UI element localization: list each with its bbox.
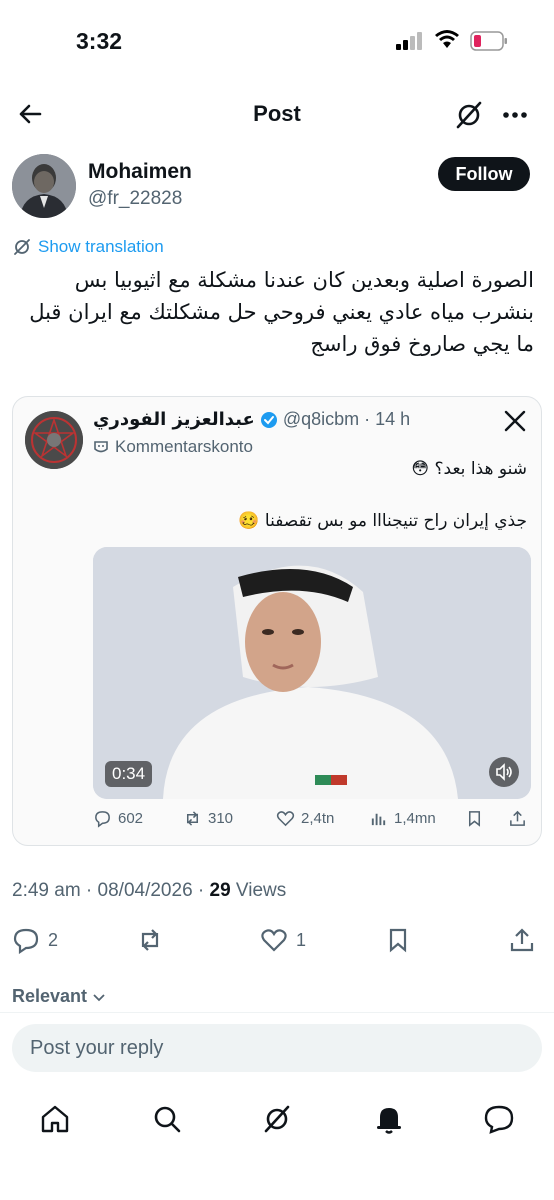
- battery-icon: [470, 31, 507, 51]
- sort-label: Relevant: [12, 986, 88, 1006]
- repost-icon: [141, 929, 159, 951]
- repost-action[interactable]: [136, 926, 164, 954]
- reply-count: 2: [48, 929, 59, 950]
- quoted-share-action[interactable]: [508, 809, 527, 828]
- x-logo-icon: [504, 410, 526, 432]
- author-avatar[interactable]: [12, 154, 76, 218]
- share-icon: [510, 928, 534, 952]
- follow-button[interactable]: Follow: [438, 157, 530, 191]
- status-bar: 3:32: [0, 0, 554, 80]
- quoted-author-name[interactable]: عبدالعزيز الفودري: [93, 409, 255, 430]
- quoted-account-label: Kommentarskonto: [93, 437, 253, 457]
- messages-icon[interactable]: [482, 1102, 516, 1136]
- reply-icon: [95, 811, 110, 828]
- signal-icon: [396, 32, 424, 50]
- video-duration: 0:34: [105, 761, 153, 787]
- quoted-like-action[interactable]: 2,4tn: [276, 809, 334, 828]
- views-count: 29: [209, 880, 231, 901]
- author-name[interactable]: Mohaimen: [88, 160, 192, 184]
- show-translation-label: Show translation: [38, 237, 164, 256]
- quoted-text-line: جذي إيران راح تنيجنااا مو بس تقصفنا 🥴: [238, 511, 527, 531]
- heart-icon: [261, 929, 287, 952]
- bookmark-action[interactable]: [384, 926, 412, 954]
- sort-replies-dropdown[interactable]: Relevant: [12, 986, 107, 1007]
- post-actions: 2 1: [0, 920, 554, 960]
- status-time: 3:32: [76, 28, 123, 54]
- wifi-icon: [435, 30, 459, 48]
- verified-badge-icon: [260, 411, 277, 428]
- grok-icon[interactable]: [452, 98, 486, 132]
- tweet-text: الصورة اصلية وبعدين كان عندنا مشكلة مع ا…: [12, 264, 534, 360]
- views-icon: [371, 813, 386, 826]
- quoted-repost-count: 310: [208, 810, 234, 827]
- bookmark-icon: [389, 928, 407, 953]
- post-meta: 2:49 am · 08/04/2026 · 29 Views: [12, 880, 286, 902]
- quoted-post-time: · 14 h: [364, 409, 411, 429]
- video-player[interactable]: 0:34: [93, 547, 531, 799]
- video-thumbnail: [93, 547, 531, 799]
- more-options-icon[interactable]: [498, 98, 532, 132]
- reply-input[interactable]: Post your reply: [12, 1024, 542, 1072]
- show-translation-link[interactable]: Show translation: [12, 236, 164, 258]
- home-icon[interactable]: [38, 1102, 72, 1136]
- post-header: Post: [0, 90, 554, 140]
- quoted-text-line: شنو هذا بعد؟ 😳: [411, 459, 527, 479]
- quoted-actions: 602 310 2,4tn 1,4mn: [93, 805, 533, 835]
- reply-action[interactable]: 2: [12, 926, 58, 954]
- share-icon: [510, 810, 525, 826]
- tweet-line: بنشرب مياه عادي يعني فروحي حل مشكلتك مع …: [29, 300, 534, 324]
- quoted-bookmark-action[interactable]: [465, 809, 484, 828]
- quoted-post-card[interactable]: عبدالعزيز الفودري @q8icbm · 14 h Komment…: [12, 396, 542, 846]
- share-action[interactable]: [508, 926, 536, 954]
- tweet-line: ما يجي صاروخ فوق راسج: [310, 332, 534, 356]
- tweet-line: الصورة اصلية وبعدين كان عندنا مشكلة مع ا…: [74, 268, 534, 292]
- quoted-views-count: 1,4mn: [394, 810, 436, 827]
- bookmark-icon: [468, 811, 481, 827]
- speaker-icon: [496, 763, 512, 781]
- repost-icon: [186, 811, 199, 826]
- chevron-down-icon: [93, 993, 105, 1001]
- search-icon[interactable]: [150, 1102, 184, 1136]
- like-count: 1: [296, 929, 307, 950]
- grok-tab-icon[interactable]: [260, 1102, 294, 1136]
- like-action[interactable]: 1: [260, 926, 306, 954]
- quoted-header: عبدالعزيز الفودري @q8icbm · 14 h: [93, 409, 410, 430]
- bottom-tab-bar: [0, 1096, 554, 1146]
- quoted-reply-count: 602: [118, 810, 144, 827]
- quoted-repost-action[interactable]: 310: [183, 809, 233, 828]
- heart-icon: [276, 811, 295, 827]
- quoted-views-action[interactable]: 1,4mn: [369, 809, 436, 828]
- account-type-icon: [94, 441, 108, 453]
- quoted-author-avatar[interactable]: [25, 411, 83, 469]
- translate-icon: [14, 239, 30, 255]
- divider: [0, 1012, 554, 1013]
- mute-button[interactable]: [489, 757, 519, 787]
- author-handle[interactable]: @fr_22828: [88, 188, 182, 210]
- views-label: Views: [230, 880, 287, 901]
- quoted-sub-label: Kommentarskonto: [115, 437, 253, 456]
- post-timestamp: 2:49 am · 08/04/2026 ·: [12, 880, 210, 901]
- reply-icon: [13, 928, 39, 954]
- quoted-author-handle[interactable]: @q8icbm: [283, 409, 359, 430]
- quoted-reply-action[interactable]: 602: [93, 809, 143, 828]
- quoted-like-count: 2,4tn: [301, 810, 335, 827]
- notifications-bell-icon[interactable]: [372, 1102, 406, 1136]
